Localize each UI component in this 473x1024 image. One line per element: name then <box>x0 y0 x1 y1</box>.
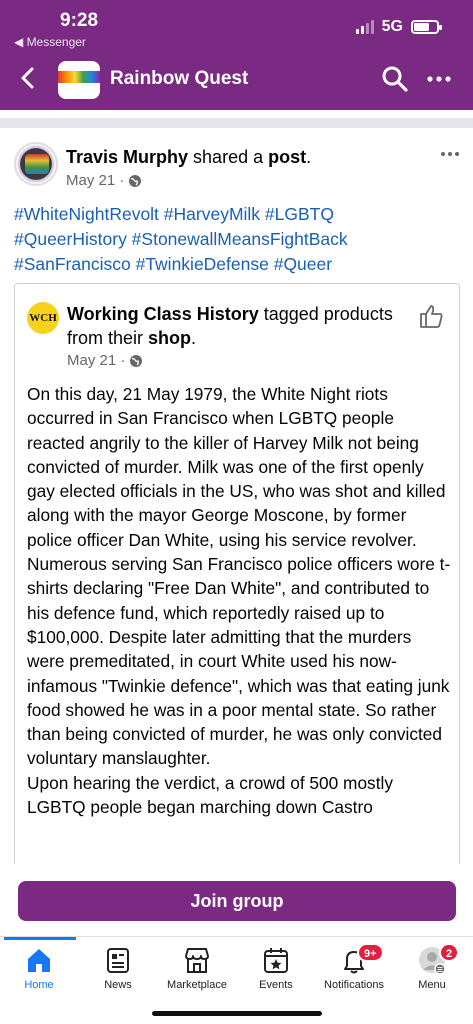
post-hashtags: #WhiteNightRevolt #HarveyMilk #LGBTQ #Qu… <box>14 202 464 277</box>
shared-action-suffix: . <box>191 328 197 348</box>
shared-post-meta: May 21 · <box>67 352 143 369</box>
network-type: 5G <box>381 18 403 35</box>
news-icon <box>107 948 129 973</box>
globe-icon <box>130 354 143 367</box>
status-indicators: 5G <box>355 18 442 36</box>
post-date[interactable]: May 21 · <box>66 172 124 189</box>
body-paragraph: On this day, 21 May 1979, the White Nigh… <box>27 384 446 550</box>
post-options-icon[interactable] <box>440 142 460 163</box>
search-icon[interactable] <box>380 64 410 94</box>
body-paragraph: Upon hearing the verdict, a crowd of 500… <box>27 772 393 818</box>
home-indicator[interactable] <box>152 1011 322 1016</box>
battery-icon <box>411 20 442 34</box>
group-post-page: 9:28 ◀ Messenger 5G Rainbow Quest Travis… <box>0 0 473 1024</box>
post-action-suffix: . <box>306 147 312 167</box>
status-time: 9:28 <box>60 10 99 31</box>
chevron-left-icon[interactable] <box>14 62 42 94</box>
events-icon <box>264 948 288 973</box>
body-paragraph: Numerous serving San Francisco police of… <box>27 554 451 769</box>
shared-author-logo[interactable]: WCH <box>27 302 59 334</box>
join-group-bar: Join group <box>0 864 473 936</box>
tab-label: Menu <box>418 979 446 991</box>
shared-post-header: Working Class History tagged products fr… <box>67 302 397 350</box>
home-icon <box>28 949 50 972</box>
more-icon[interactable] <box>424 66 454 92</box>
shared-post-card[interactable]: WCH Working Class History tagged product… <box>14 283 460 883</box>
group-title[interactable]: Rainbow Quest <box>110 68 248 90</box>
hashtag-line[interactable]: #WhiteNightRevolt #HarveyMilk #LGBTQ <box>14 202 464 227</box>
hashtag-line[interactable]: #QueerHistory #StonewallMeansFightBack <box>14 227 464 252</box>
top-header: 9:28 ◀ Messenger 5G Rainbow Quest <box>0 0 473 110</box>
post-action-object[interactable]: post <box>268 147 306 167</box>
author-name[interactable]: Travis Murphy <box>66 147 188 167</box>
shared-post-body: On this day, 21 May 1979, the White Nigh… <box>27 382 452 819</box>
group-avatar[interactable] <box>58 61 100 99</box>
post-header: Travis Murphy shared a post. <box>66 147 311 168</box>
notifications-badge: 9+ <box>357 943 384 962</box>
shared-post-date[interactable]: May 21 · <box>67 352 125 369</box>
post-action-prefix: shared a <box>188 147 269 167</box>
post-meta: May 21 · <box>66 172 142 189</box>
shop-link[interactable]: shop <box>148 328 191 348</box>
shared-author-name[interactable]: Working Class History <box>67 304 259 324</box>
section-divider <box>0 118 473 128</box>
back-to-messenger[interactable]: ◀ Messenger <box>14 35 86 49</box>
tab-menu[interactable]: 2 Menu <box>385 941 473 999</box>
menu-badge: 2 <box>439 943 460 962</box>
join-group-button[interactable]: Join group <box>18 881 456 921</box>
marketplace-icon <box>185 948 209 973</box>
active-tab-indicator <box>4 937 76 940</box>
signal-icon <box>355 20 374 34</box>
globe-icon <box>129 174 142 187</box>
hashtag-line[interactable]: #SanFrancisco #TwinkieDefense #Queer <box>14 252 464 277</box>
thumbs-up-icon[interactable] <box>417 302 445 330</box>
author-avatar[interactable] <box>14 142 58 186</box>
